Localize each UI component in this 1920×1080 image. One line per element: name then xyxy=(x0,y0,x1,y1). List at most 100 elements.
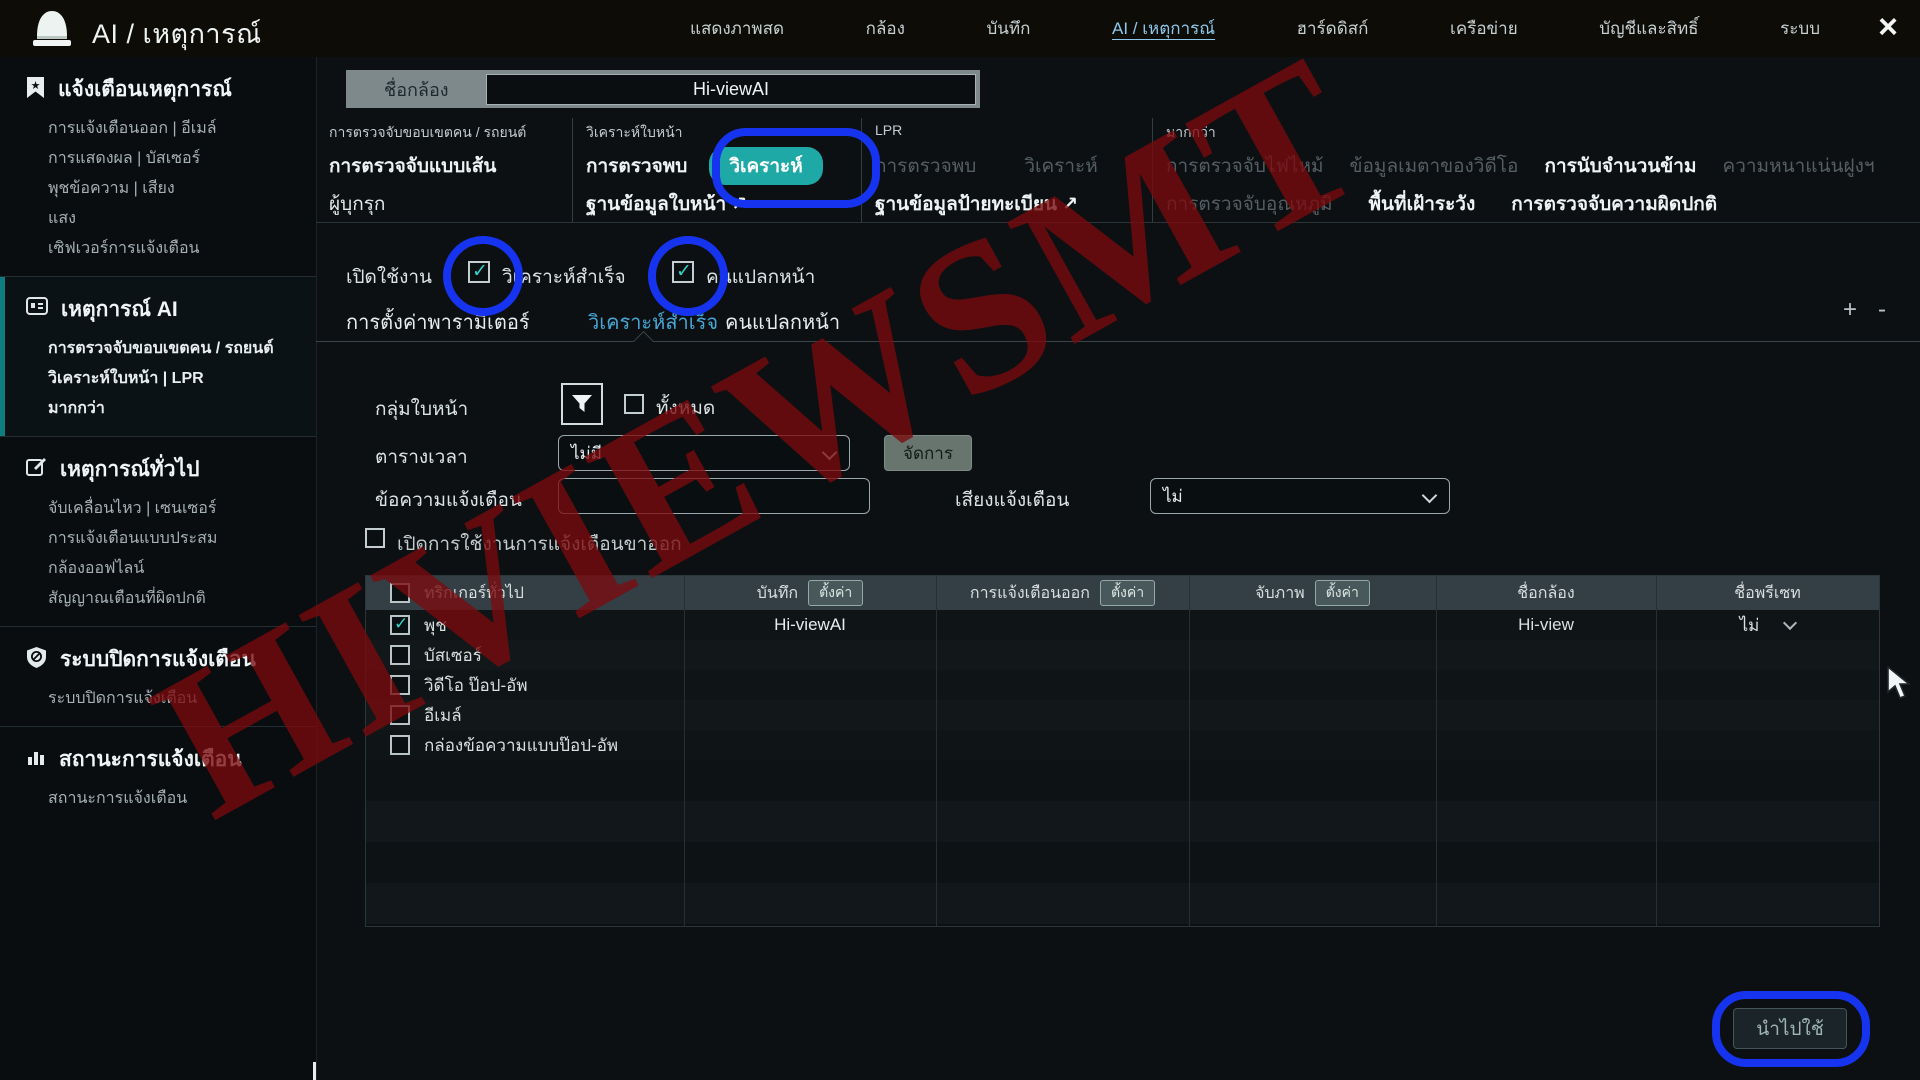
sidebar-item[interactable]: มากกว่า xyxy=(0,394,316,424)
alert-sound-select[interactable]: ไม่ xyxy=(1150,478,1450,514)
empty-row xyxy=(366,801,1879,842)
table-header: ทริกเกอร์ทั่วไป บันทึก ตั้งค่า การแจ้งเต… xyxy=(366,576,1879,610)
checkbox-video-popup[interactable] xyxy=(390,675,410,695)
close-button[interactable]: × xyxy=(1878,8,1898,46)
filter-icon[interactable] xyxy=(561,383,603,425)
alert-sound-value: ไม่ xyxy=(1163,483,1183,510)
table-row-message-popup: กล่องข้อความแบบป๊อป-อัพ xyxy=(366,730,1879,760)
sidebar-item[interactable]: เซิฟเวอร์การแจ้งเตือน xyxy=(0,234,316,264)
siren-icon xyxy=(30,7,74,54)
checkbox-recognition-success-label: วิเคราะห์สำเร็จ xyxy=(502,262,626,292)
mouse-cursor xyxy=(1886,666,1916,707)
menu-network[interactable]: เครือข่าย xyxy=(1450,15,1518,42)
outbound-alert-label: เปิดการใช้งานการแจ้งเตือนขาออก xyxy=(397,529,682,559)
alarm-out-settings-button[interactable]: ตั้งค่า xyxy=(1100,580,1155,606)
sidebar: ★ แจ้งเตือนเหตุการณ์ การแจ้งเตือนออก | อ… xyxy=(0,57,317,1080)
chevron-down-icon xyxy=(1783,616,1797,630)
tab-fire-detection[interactable]: การตรวจจับไฟไหม้ xyxy=(1166,151,1324,181)
column-divider xyxy=(684,576,685,926)
tab-video-metadata[interactable]: ข้อมูลเมตาของวิดีโอ xyxy=(1350,151,1519,181)
sidebar-item[interactable]: จับเคลื่อนไหว | เซนเซอร์ xyxy=(0,494,316,524)
col-record: บันทึก xyxy=(757,581,798,606)
section-general-event: เหตุการณ์ทั่วไป จับเคลื่อนไหว | เซนเซอร์… xyxy=(0,436,316,626)
camera-name-select[interactable]: Hi-viewAI xyxy=(486,74,976,105)
alert-message-field-wrap xyxy=(558,478,870,514)
add-button[interactable]: + xyxy=(1843,296,1857,324)
checkbox-all-face-groups[interactable] xyxy=(624,394,644,414)
subtab-recognition-success[interactable]: วิเคราะห์สำเร็จ xyxy=(588,306,718,338)
sidebar-item[interactable]: แสง xyxy=(0,204,316,234)
checkbox-recognition-success[interactable] xyxy=(468,261,490,283)
sidebar-item[interactable]: การแจ้งเตือนแบบประสม xyxy=(0,524,316,554)
checkbox-outbound-alert[interactable] xyxy=(365,528,385,548)
table-row-email: อีเมล์ xyxy=(366,700,1879,730)
menu-camera[interactable]: กล้อง xyxy=(866,15,905,42)
menu-ai-event[interactable]: AI / เหตุการณ์ xyxy=(1112,15,1215,42)
checkbox-select-all-triggers[interactable] xyxy=(390,583,410,603)
menu-system[interactable]: ระบบ xyxy=(1780,15,1820,42)
tab-face-detection[interactable]: การตรวจพบ xyxy=(586,151,687,181)
sidebar-item[interactable]: การแจ้งเตือนออก | อีเมล์ xyxy=(0,114,316,144)
preset-select[interactable]: ไม่ xyxy=(1656,610,1879,640)
menu-disk[interactable]: ฮาร์ดดิสก์ xyxy=(1297,15,1369,42)
menu-record[interactable]: บันทึก xyxy=(986,15,1030,42)
row-record-value: Hi-viewAI xyxy=(774,615,846,635)
sidebar-item[interactable]: สถานะการแจ้งเตือน xyxy=(0,784,316,814)
chevron-down-icon xyxy=(822,445,838,461)
tab-intrusion[interactable]: ผู้บุกรุก xyxy=(329,189,385,219)
subtab-parameter-settings[interactable]: การตั้งค่าพารามิเตอร์ xyxy=(346,306,530,338)
tab-lpr-recognition[interactable]: วิเคราะห์ xyxy=(1024,151,1097,181)
tab-group-perimeter: การตรวจจับขอบเขตคน / รถยนต์ การตรวจจับแบ… xyxy=(316,118,572,222)
tab-anomaly-detection[interactable]: การตรวจจับความผิดปกติ xyxy=(1511,189,1717,219)
record-settings-button[interactable]: ตั้งค่า xyxy=(808,580,863,606)
tab-crowd-density[interactable]: ความหนาแน่นฝูงฯ xyxy=(1723,151,1875,181)
sidebar-item[interactable]: พุชข้อความ | เสียง xyxy=(0,174,316,204)
schedule-select[interactable]: ไม่มี xyxy=(558,435,850,471)
face-group-label: กลุ่มใบหน้า xyxy=(375,394,468,424)
table-row-video-popup: วิดีโอ ป๊อป-อัพ xyxy=(366,670,1879,700)
column-divider xyxy=(1189,576,1190,926)
checkbox-buzzer[interactable] xyxy=(390,645,410,665)
checkbox-email[interactable] xyxy=(390,705,410,725)
ai-tab-strip: การตรวจจับขอบเขตคน / รถยนต์ การตรวจจับแบ… xyxy=(316,118,1920,223)
menu-account[interactable]: บัญชีและสิทธิ์ xyxy=(1599,15,1698,42)
snapshot-settings-button[interactable]: ตั้งค่า xyxy=(1315,580,1370,606)
sidebar-section-title: ระบบปิดการแจ้งเตือน xyxy=(60,643,256,676)
sidebar-item[interactable]: สัญญาณเตือนที่ผิดปกติ xyxy=(0,584,316,614)
sidebar-item[interactable]: กล้องออฟไลน์ xyxy=(0,554,316,584)
tab-group-label: LPR xyxy=(875,122,902,138)
section-alarm-disarm: ระบบปิดการแจ้งเตือน ระบบปิดการแจ้งเตือน xyxy=(0,626,316,726)
row-label: กล่องข้อความแบบป๊อป-อัพ xyxy=(424,732,618,759)
alert-message-label: ข้อความแจ้งเตือน xyxy=(375,485,522,515)
alert-message-input[interactable] xyxy=(559,486,869,506)
empty-row xyxy=(366,760,1879,801)
tab-group-face: วิเคราะห์ใบหน้า การตรวจพบ วิเคราะห์ ฐานข… xyxy=(572,118,862,222)
checkbox-stranger[interactable] xyxy=(672,261,694,283)
checkbox-push[interactable] xyxy=(390,615,410,635)
tab-lpr-detection[interactable]: การตรวจพบ xyxy=(875,151,976,181)
alarm-status-icon xyxy=(26,747,46,772)
sidebar-item[interactable]: ระบบปิดการแจ้งเตือน xyxy=(0,684,316,714)
apply-button[interactable]: นำไปใช้ xyxy=(1733,1008,1847,1049)
tab-face-database[interactable]: ฐานข้อมูลใบหน้า ↗ xyxy=(586,189,747,219)
tab-cross-counting[interactable]: การนับจำนวนข้าม xyxy=(1544,151,1696,181)
tab-surveillance-area[interactable]: พื้นที่เฝ้าระวัง xyxy=(1369,189,1476,219)
tab-temperature[interactable]: การตรวจจับอุณหภูมิ xyxy=(1166,189,1333,219)
checkbox-message-popup[interactable] xyxy=(390,735,410,755)
sidebar-item-face-lpr[interactable]: วิเคราะห์ใบหน้า | LPR xyxy=(0,364,316,394)
tab-plate-database[interactable]: ฐานข้อมูลป้ายทะเบียน ↗ xyxy=(875,189,1078,219)
alert-sound-label: เสียงแจ้งเตือน xyxy=(955,485,1069,515)
remove-button[interactable]: - xyxy=(1878,296,1886,324)
tab-group-lpr: LPR การตรวจพบ วิเคราะห์ ฐานข้อมูลป้ายทะเ… xyxy=(861,118,1153,222)
sidebar-item[interactable]: การแสดงผล | บัสเซอร์ xyxy=(0,144,316,174)
tab-face-recognition[interactable]: วิเคราะห์ xyxy=(709,147,822,185)
subtab-stranger[interactable]: คนแปลกหน้า xyxy=(725,306,840,338)
tab-line-crossing[interactable]: การตรวจจับแบบเส้น xyxy=(329,151,496,181)
menu-live-view[interactable]: แสดงภาพสด xyxy=(690,15,784,42)
manage-button[interactable]: จัดการ xyxy=(884,435,972,471)
app-window: AI / เหตุการณ์ แสดงภาพสด กล้อง บันทึก AI… xyxy=(0,0,1920,1080)
sidebar-section-title: เหตุการณ์ทั่วไป xyxy=(60,453,199,486)
ai-event-icon xyxy=(26,297,48,322)
sidebar-item[interactable]: การตรวจจับขอบเขตคน / รถยนต์ xyxy=(0,334,316,364)
svg-text:★: ★ xyxy=(31,80,41,92)
